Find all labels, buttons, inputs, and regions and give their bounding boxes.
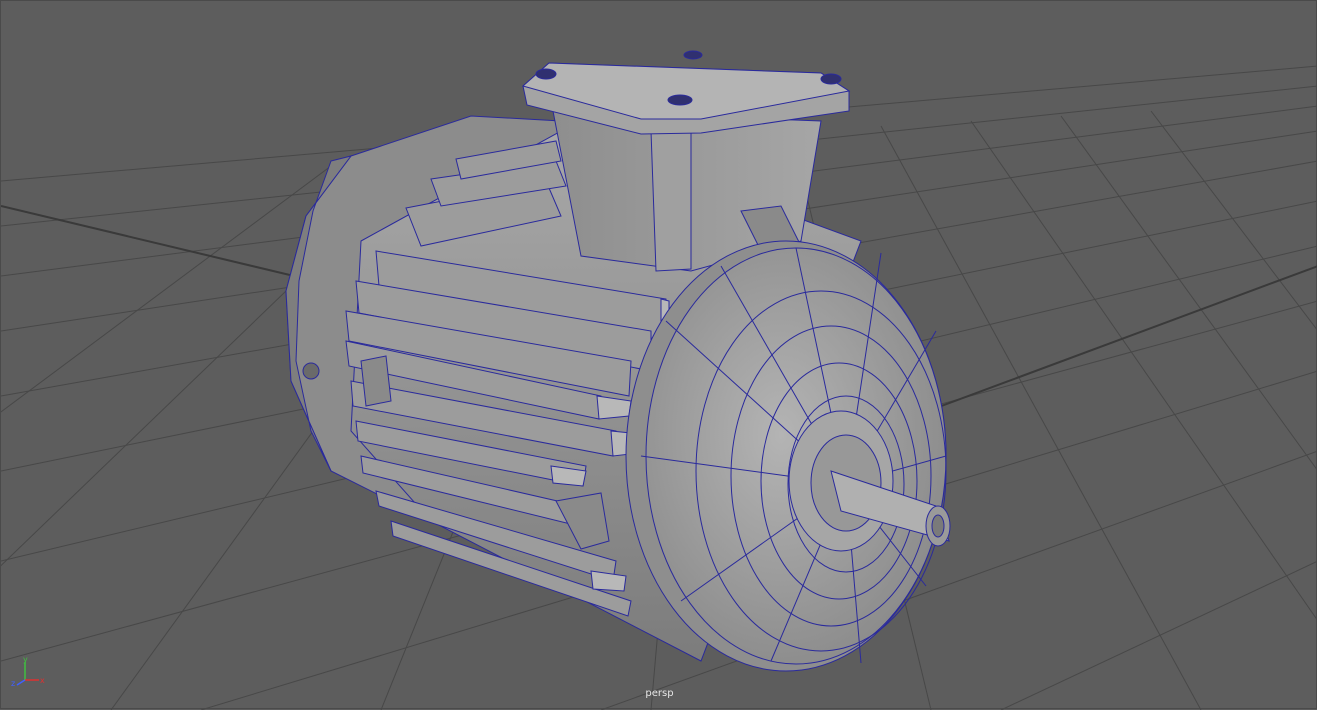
rear-bolt xyxy=(302,362,320,380)
scene-canvas[interactable] xyxy=(1,1,1317,710)
camera-name-label: persp xyxy=(645,688,674,699)
axis-z-line xyxy=(16,679,26,686)
axis-z-label: z xyxy=(11,679,15,688)
viewport-persp[interactable]: persp y x z xyxy=(0,0,1317,710)
motor-model[interactable] xyxy=(285,50,951,672)
axis-gizmo-icon: y x z xyxy=(11,656,45,688)
axis-x-label: x xyxy=(40,676,45,685)
mounting-foot-left xyxy=(360,355,392,407)
axis-y-label: y xyxy=(23,656,28,664)
